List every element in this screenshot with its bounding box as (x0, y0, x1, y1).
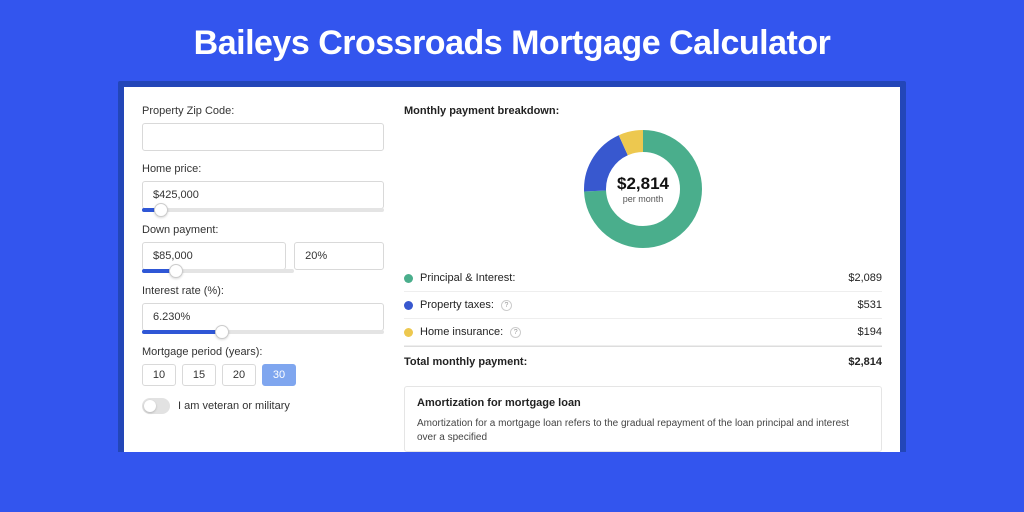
down-payment-field: Down payment: (142, 224, 384, 273)
amortization-text: Amortization for a mortgage loan refers … (417, 417, 869, 445)
zip-input[interactable] (142, 123, 384, 151)
down-payment-amount-input[interactable] (142, 242, 286, 270)
down-payment-slider-thumb[interactable] (169, 264, 183, 278)
down-payment-slider[interactable] (142, 269, 294, 273)
donut-amount: $2,814 (617, 174, 669, 194)
donut-per-month: per month (617, 194, 669, 204)
legend-value: $2,089 (848, 272, 882, 284)
legend-home-insurance: Home insurance: ? $194 (404, 319, 882, 346)
info-icon[interactable]: ? (501, 300, 512, 311)
donut-chart: $2,814 per month (581, 127, 705, 251)
mortgage-period-field: Mortgage period (years): 10 15 20 30 (142, 346, 384, 386)
veteran-toggle[interactable] (142, 398, 170, 414)
veteran-toggle-knob (144, 400, 156, 412)
interest-rate-input[interactable] (142, 303, 384, 331)
period-option-30[interactable]: 30 (262, 364, 296, 386)
legend-principal-interest: Principal & Interest: $2,089 (404, 265, 882, 292)
legend-value: $194 (858, 326, 882, 338)
dot-icon (404, 328, 413, 337)
mortgage-period-label: Mortgage period (years): (142, 346, 384, 358)
zip-field: Property Zip Code: (142, 105, 384, 151)
home-price-field: Home price: (142, 163, 384, 212)
down-payment-label: Down payment: (142, 224, 384, 236)
veteran-label: I am veteran or military (178, 400, 290, 412)
dot-icon (404, 301, 413, 310)
breakdown-column: Monthly payment breakdown: $2,814 per mo… (404, 105, 882, 452)
breakdown-title: Monthly payment breakdown: (404, 105, 882, 117)
info-icon[interactable]: ? (510, 327, 521, 338)
veteran-row: I am veteran or military (142, 398, 384, 414)
donut-center: $2,814 per month (617, 174, 669, 204)
period-option-20[interactable]: 20 (222, 364, 256, 386)
legend-label: Home insurance: (420, 326, 503, 338)
legend-label: Principal & Interest: (420, 272, 515, 284)
period-option-15[interactable]: 15 (182, 364, 216, 386)
page-header: Baileys Crossroads Mortgage Calculator (0, 0, 1024, 81)
down-payment-percent-input[interactable] (294, 242, 384, 270)
total-row: Total monthly payment: $2,814 (404, 346, 882, 380)
calculator-panel: Property Zip Code: Home price: Down paym… (124, 87, 900, 452)
interest-rate-slider-fill (142, 330, 222, 334)
mortgage-period-options: 10 15 20 30 (142, 364, 384, 386)
total-label: Total monthly payment: (404, 356, 527, 368)
legend-value: $531 (858, 299, 882, 311)
amortization-title: Amortization for mortgage loan (417, 397, 869, 409)
home-price-slider-thumb[interactable] (154, 203, 168, 217)
home-price-label: Home price: (142, 163, 384, 175)
donut-chart-wrap: $2,814 per month (404, 127, 882, 251)
legend-property-taxes: Property taxes: ? $531 (404, 292, 882, 319)
dot-icon (404, 274, 413, 283)
calculator-panel-frame: Property Zip Code: Home price: Down paym… (118, 81, 906, 452)
home-price-slider[interactable] (142, 208, 384, 212)
period-option-10[interactable]: 10 (142, 364, 176, 386)
total-value: $2,814 (848, 356, 882, 368)
form-column: Property Zip Code: Home price: Down paym… (142, 105, 384, 452)
interest-rate-field: Interest rate (%): (142, 285, 384, 334)
zip-label: Property Zip Code: (142, 105, 384, 117)
page-title: Baileys Crossroads Mortgage Calculator (0, 24, 1024, 63)
legend-label: Property taxes: (420, 299, 494, 311)
amortization-box: Amortization for mortgage loan Amortizat… (404, 386, 882, 452)
interest-rate-slider-thumb[interactable] (215, 325, 229, 339)
home-price-input[interactable] (142, 181, 384, 209)
interest-rate-slider[interactable] (142, 330, 384, 334)
interest-rate-label: Interest rate (%): (142, 285, 384, 297)
